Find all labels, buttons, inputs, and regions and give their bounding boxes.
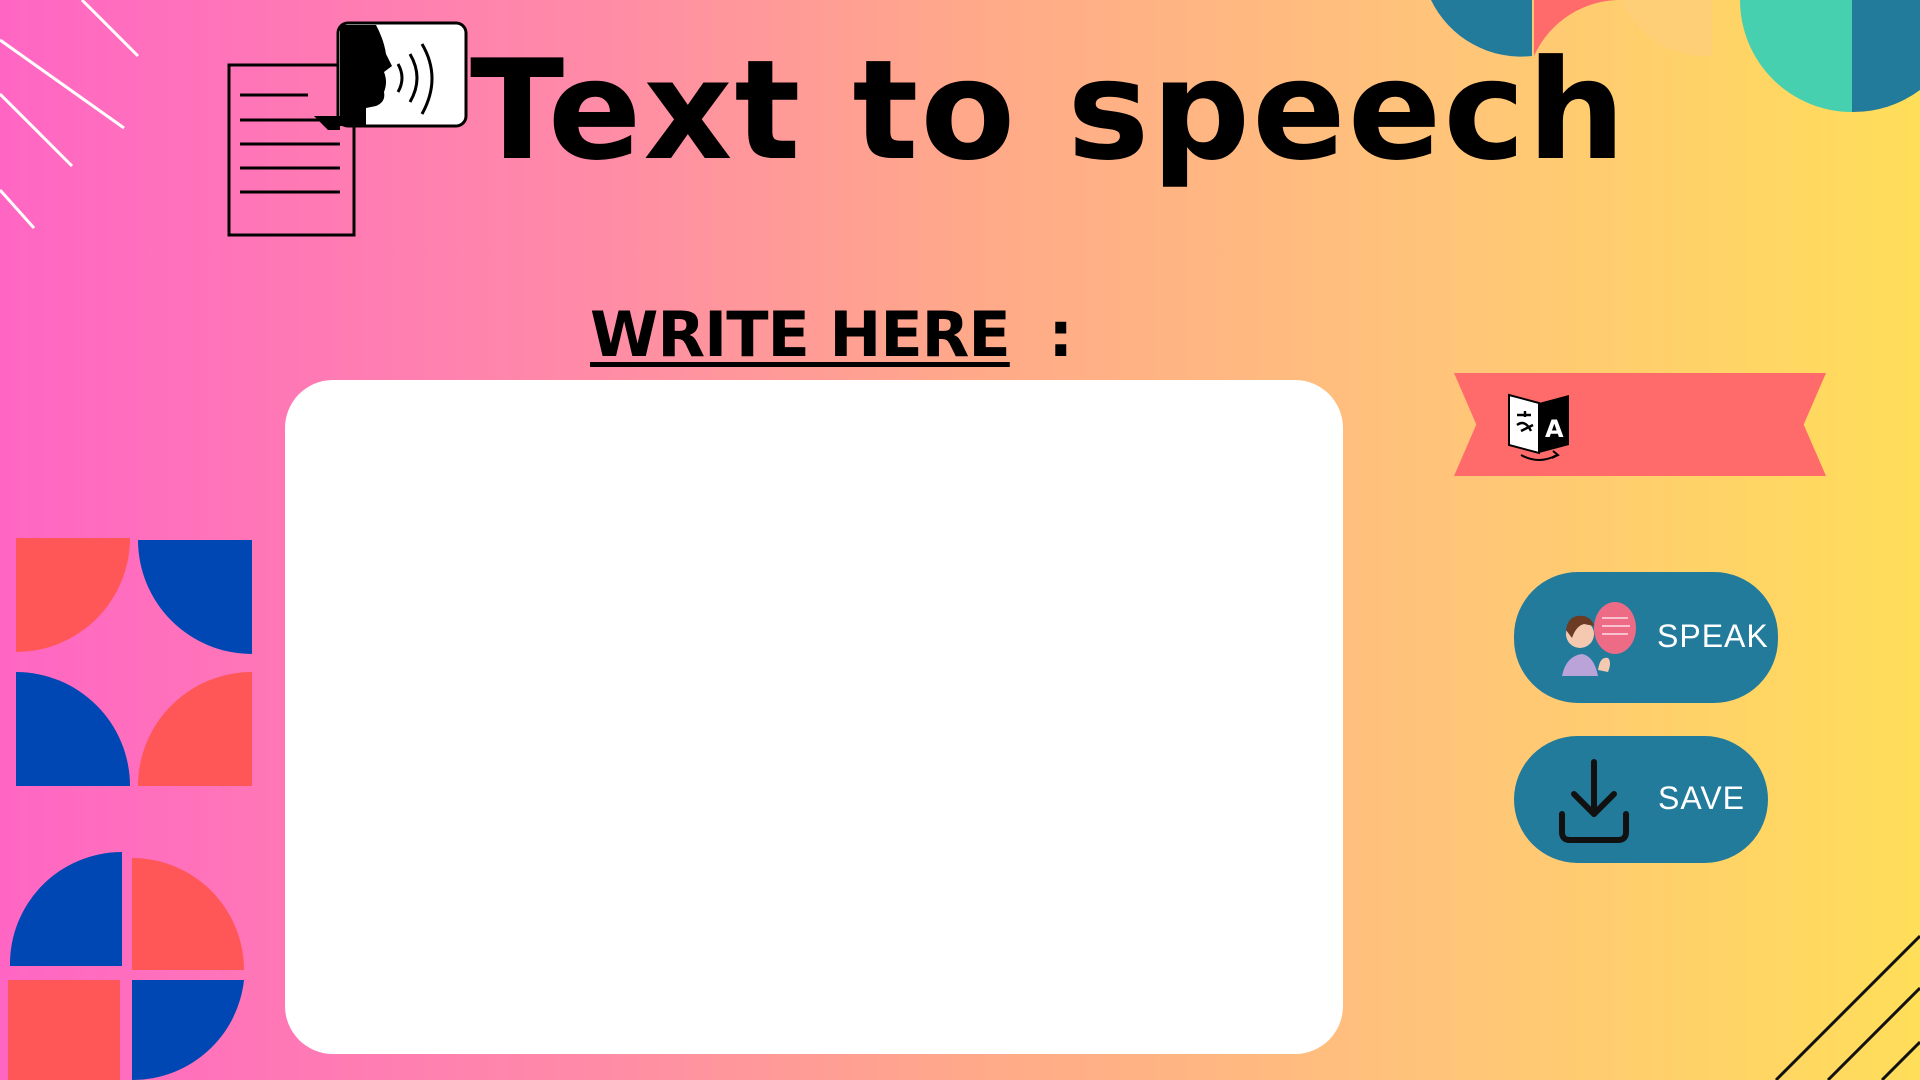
write-here-label: WRITE HERE :	[590, 298, 1073, 371]
svg-text:A: A	[1545, 415, 1564, 443]
write-here-label-colon: :	[1048, 298, 1073, 371]
speak-button[interactable]: SPEAK	[1514, 572, 1778, 703]
decorative-lines-bottom-right	[1774, 934, 1920, 1080]
text-input-area[interactable]	[285, 380, 1343, 1054]
save-button-label: SAVE	[1658, 780, 1745, 816]
person-speech-bubble-icon	[1562, 602, 1636, 676]
write-here-label-text: WRITE HERE	[590, 298, 1011, 371]
download-icon	[1559, 759, 1629, 843]
decorative-shapes-left-bottom	[8, 852, 244, 1080]
speak-button-label: SPEAK	[1657, 618, 1769, 654]
decorative-lines-top-left	[0, 0, 140, 230]
page-title: Text to speech	[470, 30, 1628, 191]
document-speaking-head-icon	[227, 21, 468, 237]
decorative-shapes-left-middle	[16, 538, 252, 786]
translate-icon[interactable]: A	[1505, 385, 1575, 465]
save-button[interactable]: SAVE	[1514, 736, 1768, 863]
